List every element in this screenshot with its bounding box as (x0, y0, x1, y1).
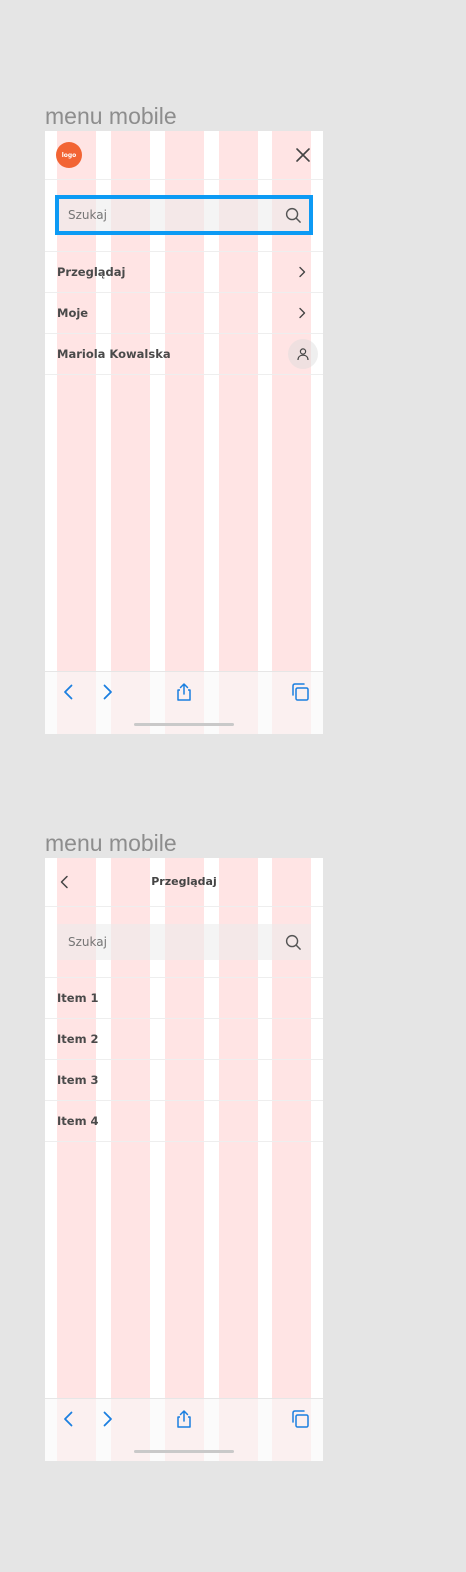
home-indicator (134, 1450, 234, 1453)
close-icon[interactable] (294, 146, 312, 164)
share-icon[interactable] (174, 1409, 194, 1429)
forward-arrow-icon[interactable] (97, 682, 117, 702)
mobile-menu-frame: logo Przeglądaj Moje Mario (45, 131, 323, 734)
user-name: Mariola Kowalska (57, 347, 171, 361)
search-icon[interactable] (285, 207, 302, 224)
menu-item-label: Przeglądaj (57, 265, 126, 279)
list-item-label: Item 1 (57, 991, 99, 1005)
tabs-icon[interactable] (290, 1409, 310, 1429)
frame-title: menu mobile (45, 830, 177, 856)
search-field[interactable] (57, 924, 311, 960)
menu-item-label: Moje (57, 306, 89, 320)
user-icon (297, 348, 309, 361)
list-item-label: Item 3 (57, 1073, 99, 1087)
search-input[interactable] (68, 199, 268, 231)
chevron-right-icon (299, 307, 306, 319)
back-arrow-icon[interactable] (59, 682, 79, 702)
list-item-label: Item 2 (57, 1032, 99, 1046)
share-icon[interactable] (174, 682, 194, 702)
menu-item-browse[interactable]: Przeglądaj (45, 252, 323, 293)
mobile-submenu-frame: Przeglądaj Item 1 Item 2 Item 3 Item 4 (45, 858, 323, 1461)
search-field[interactable] (55, 195, 313, 235)
back-arrow-icon[interactable] (59, 1409, 79, 1429)
menu-item-user-profile[interactable]: Mariola Kowalska (45, 334, 323, 375)
browser-toolbar (45, 671, 323, 734)
page-title: Przeglądaj (151, 875, 217, 888)
list-item[interactable]: Item 3 (45, 1060, 323, 1101)
tabs-icon[interactable] (290, 682, 310, 702)
home-indicator (134, 723, 234, 726)
logo[interactable]: logo (56, 142, 82, 168)
frame-title: menu mobile (45, 103, 177, 129)
list-item[interactable]: Item 4 (45, 1101, 323, 1142)
browser-toolbar (45, 1398, 323, 1461)
list-item[interactable]: Item 2 (45, 1019, 323, 1060)
submenu-header: Przeglądaj (45, 858, 323, 907)
list-item-label: Item 4 (57, 1114, 99, 1128)
search-input[interactable] (68, 924, 268, 960)
search-icon[interactable] (285, 934, 302, 951)
menu-header: logo (45, 131, 323, 180)
menu-item-mine[interactable]: Moje (45, 293, 323, 334)
chevron-right-icon (299, 266, 306, 278)
avatar[interactable] (288, 339, 318, 369)
forward-arrow-icon[interactable] (97, 1409, 117, 1429)
list-item[interactable]: Item 1 (45, 978, 323, 1019)
